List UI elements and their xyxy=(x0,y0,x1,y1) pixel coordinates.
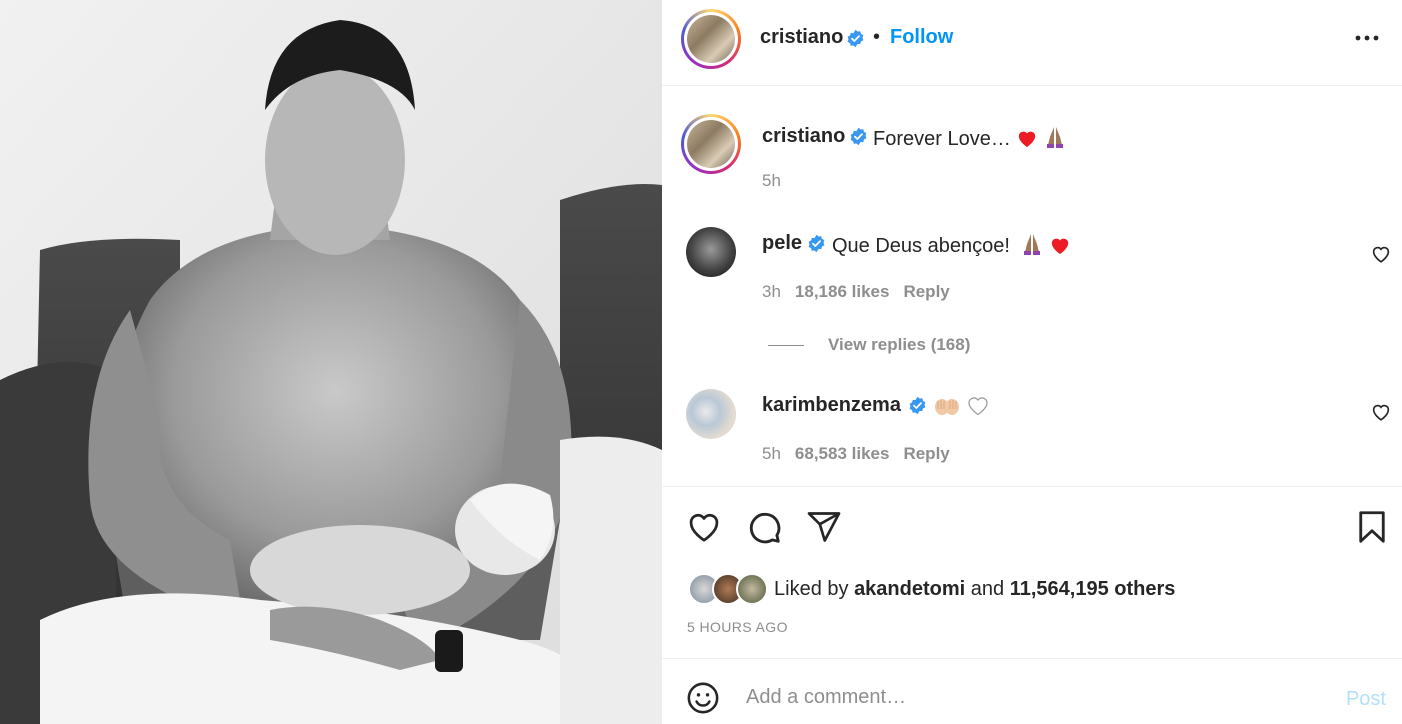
caption-username[interactable]: cristiano xyxy=(762,125,845,148)
liked-by-user[interactable]: akandetomi xyxy=(854,578,965,600)
post-header: cristiano • Follow xyxy=(662,0,1402,86)
caption-timestamp: 5h xyxy=(762,171,781,190)
comment-timestamp: 5h xyxy=(762,444,781,463)
caption-author-avatar[interactable] xyxy=(681,114,741,174)
caption-text: Forever Love… xyxy=(873,128,1011,150)
smiley-icon[interactable] xyxy=(686,681,720,715)
view-replies-line xyxy=(768,345,804,347)
comment-text-row: Que Deus abençoe! xyxy=(832,232,1071,258)
verified-badge-icon xyxy=(847,29,864,48)
red-heart-emoji-icon xyxy=(1051,238,1068,255)
comment-meta: 3h 18,186 likes Reply xyxy=(762,282,950,302)
liked-by-text: Liked by akandetomi and 11,564,195 other… xyxy=(774,578,1175,601)
post-detail-panel: cristiano • Follow cristiano Forever Lov xyxy=(662,0,1402,724)
commenter-username[interactable]: pele xyxy=(762,232,802,255)
commenter-username[interactable]: karimbenzema xyxy=(762,394,901,417)
post-time-ago[interactable]: 5 HOURS AGO xyxy=(687,619,788,635)
heart-icon[interactable] xyxy=(686,509,722,545)
comment-icon[interactable] xyxy=(746,509,782,545)
praying-hands-emoji-icon xyxy=(1024,234,1041,255)
author-avatar[interactable] xyxy=(681,9,741,69)
post-photo-image xyxy=(0,0,662,724)
comment-likes-count[interactable]: 18,186 likes xyxy=(795,282,890,301)
verified-badge-icon xyxy=(909,396,926,415)
comment-like-heart-icon[interactable] xyxy=(1370,243,1392,265)
liked-by-conjunction: and xyxy=(970,578,1005,600)
comment-like-heart-icon[interactable] xyxy=(1370,401,1392,423)
view-replies-button[interactable]: View replies (168) xyxy=(768,335,970,355)
more-options-icon[interactable] xyxy=(1354,28,1380,48)
comment-text-row xyxy=(934,394,990,419)
palms-up-emoji-icon xyxy=(935,399,959,415)
praying-hands-emoji-icon xyxy=(1046,127,1063,148)
liked-by-prefix: Liked by xyxy=(774,578,849,600)
commenter-avatar[interactable] xyxy=(686,389,736,439)
post-comment-button[interactable]: Post xyxy=(1346,688,1386,711)
reply-button[interactable]: Reply xyxy=(903,444,949,463)
white-heart-emoji-icon xyxy=(967,397,988,416)
reply-button[interactable]: Reply xyxy=(903,282,949,301)
comment-input[interactable] xyxy=(746,679,1306,715)
author-username[interactable]: cristiano xyxy=(760,26,843,49)
comment-text: Que Deus abençoe! xyxy=(832,235,1010,257)
add-comment-bar: Post xyxy=(662,658,1402,724)
red-heart-emoji-icon xyxy=(1019,131,1036,148)
commenter-avatar[interactable] xyxy=(686,227,736,277)
post-photo[interactable] xyxy=(0,0,662,724)
verified-badge-icon xyxy=(808,234,825,253)
follow-button[interactable]: Follow xyxy=(890,26,953,49)
liker-avatar xyxy=(736,573,768,605)
comment-meta: 5h 68,583 likes Reply xyxy=(762,444,950,464)
comment-timestamp: 3h xyxy=(762,282,781,301)
verified-badge-icon xyxy=(850,127,867,146)
share-icon[interactable] xyxy=(806,509,842,545)
bookmark-icon[interactable] xyxy=(1354,509,1390,545)
liked-by-others[interactable]: 11,564,195 others xyxy=(1010,578,1176,600)
caption-text-row: Forever Love… xyxy=(873,125,1066,151)
header-separator: • xyxy=(873,26,881,48)
post-actions: Liked by akandetomi and 11,564,195 other… xyxy=(662,486,1402,658)
view-replies-label: View replies (168) xyxy=(828,335,971,354)
comment-likes-count[interactable]: 68,583 likes xyxy=(795,444,890,463)
comments-list[interactable]: cristiano Forever Love… 5h pele Que Deus… xyxy=(662,86,1402,486)
